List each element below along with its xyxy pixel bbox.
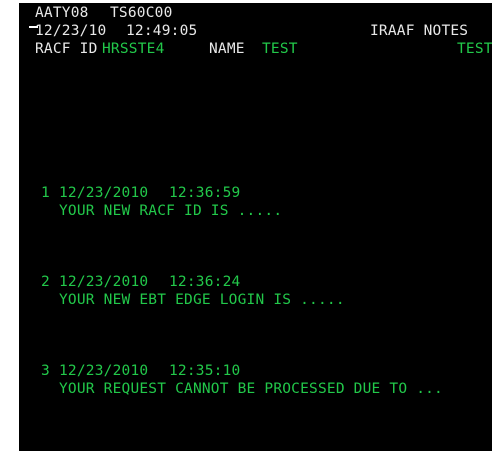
header-time: 12:49:05 [126, 23, 198, 39]
note-number: 2 [41, 274, 50, 290]
note-time: 12:35:10 [169, 363, 241, 379]
name-value-overflow: TEST [457, 41, 492, 57]
name-label: NAME [209, 41, 245, 57]
note-time: 12:36:24 [169, 274, 241, 290]
note-date: 12/23/2010 [59, 363, 149, 379]
note-time: 12:36:59 [169, 185, 241, 201]
note-date: 12/23/2010 [59, 185, 149, 201]
racf-id-label: RACF ID [35, 41, 98, 57]
racf-id-value[interactable]: HRSSTE4 [102, 41, 165, 58]
note-number: 3 [41, 363, 50, 379]
screen-title: IRAAF NOTES [370, 23, 469, 39]
transaction-id: TS60C00 [110, 5, 173, 21]
note-number: 1 [41, 185, 50, 201]
name-value[interactable]: TEST [262, 41, 298, 58]
header-date: 12/23/10 [35, 23, 107, 39]
terminal-id: AATY08 [35, 5, 89, 21]
terminal-screen[interactable]: AATY08 TS60C00 12/23/10 12:49:05 IRAAF N… [19, 3, 492, 451]
note-message: YOUR NEW RACF ID IS ..... [59, 203, 283, 219]
note-message: YOUR NEW EBT EDGE LOGIN IS ..... [59, 292, 345, 308]
note-date: 12/23/2010 [59, 274, 149, 290]
note-message: YOUR REQUEST CANNOT BE PROCESSED DUE TO … [59, 381, 443, 397]
